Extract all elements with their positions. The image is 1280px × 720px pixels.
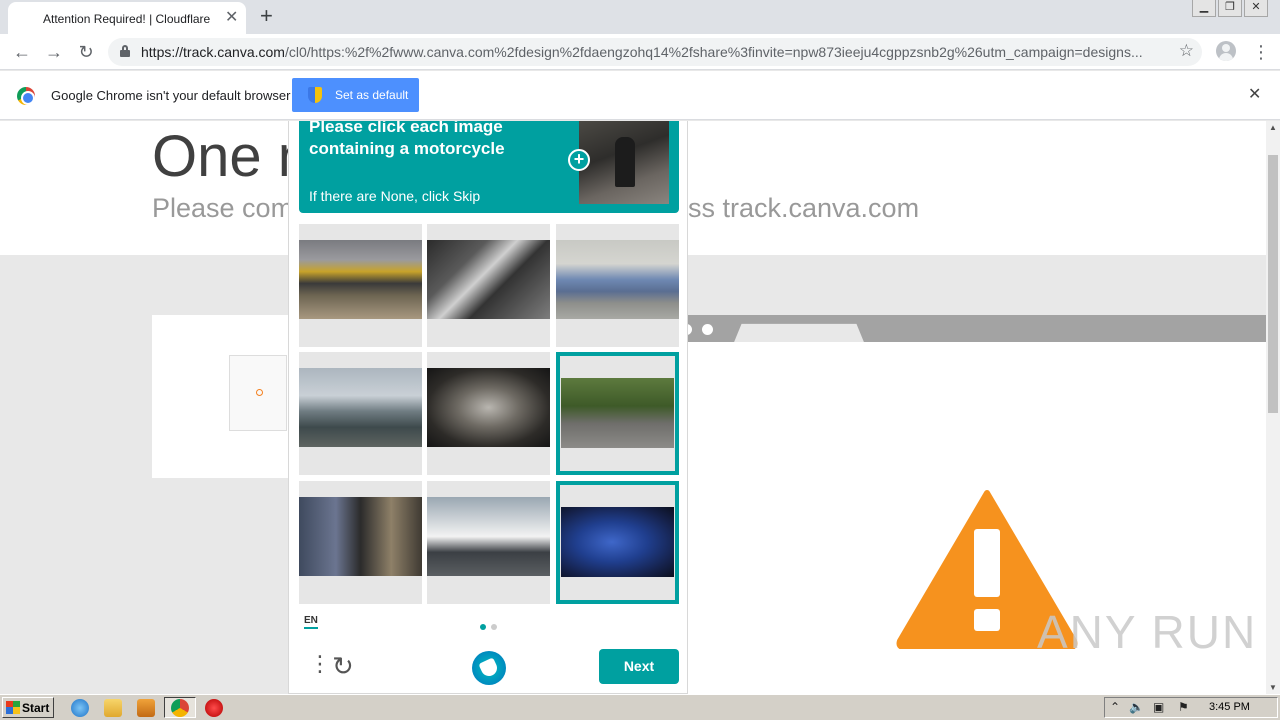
internet-explorer-icon[interactable] (71, 699, 89, 717)
window-controls: ▁ ❐ ✕ (1190, 0, 1268, 18)
tile-image-airplane (299, 368, 422, 447)
scroll-down-icon[interactable]: ▼ (1269, 683, 1277, 692)
system-tray: ⌃ 🔈 ▣ ⚑ 3:45 PM (1104, 697, 1278, 718)
captcha-tile[interactable] (427, 481, 550, 604)
example-image[interactable] (579, 121, 669, 204)
captcha-prompt-text: Please click each image containing a mot… (309, 121, 505, 158)
set-as-default-label: Set as default (335, 88, 409, 102)
reload-icon[interactable]: ↻ (75, 41, 97, 63)
infobar-close-icon[interactable]: ✕ (1248, 86, 1261, 104)
expand-example-icon[interactable]: + (568, 149, 590, 171)
start-label: Start (22, 701, 50, 715)
browser-toolbar: ← → ↻ https://track.canva.com/cl0/https:… (0, 34, 1280, 70)
restore-icon[interactable]: ❐ (1218, 0, 1242, 17)
captcha-tile-selected[interactable] (556, 352, 679, 475)
challenge-box (152, 315, 292, 478)
captcha-tile[interactable] (427, 352, 550, 475)
tile-image-cyclists (427, 240, 550, 319)
volume-icon[interactable]: 🔈 (1129, 700, 1144, 714)
lock-icon[interactable] (120, 45, 130, 57)
new-tab-icon[interactable]: + (260, 4, 273, 28)
illustration-tab (734, 323, 864, 343)
back-icon[interactable]: ← (11, 41, 33, 63)
tile-image-car (556, 240, 679, 319)
refresh-challenge-icon[interactable]: ↻ (332, 653, 354, 679)
page-subheading-left: Please com (152, 193, 294, 223)
chrome-taskbar-icon (171, 699, 189, 717)
tile-image-bus (427, 497, 550, 576)
page-dot (491, 624, 497, 630)
captcha-tile[interactable] (299, 224, 422, 347)
browser-tab[interactable]: Attention Required! | Cloudflare ✕ (8, 2, 246, 34)
captcha-image-grid (299, 224, 679, 604)
tile-image-emblem (427, 368, 550, 447)
captcha-tile[interactable] (299, 481, 422, 604)
infobar-message: Google Chrome isn't your default browser (51, 88, 291, 103)
default-browser-infobar: Google Chrome isn't your default browser… (0, 71, 1280, 120)
tile-image-motorcycle (561, 507, 674, 577)
scroll-thumb[interactable] (1268, 155, 1278, 413)
action-center-flag-icon[interactable]: ⚑ (1178, 700, 1189, 714)
captcha-tile[interactable] (427, 224, 550, 347)
bookmark-star-icon[interactable]: ☆ (1179, 41, 1194, 61)
media-player-icon[interactable] (137, 699, 155, 717)
anyrun-watermark: ANY RUN (1037, 606, 1258, 658)
forward-icon[interactable]: → (43, 41, 65, 63)
chrome-taskbar-button[interactable] (164, 697, 196, 718)
close-window-icon[interactable]: ✕ (1244, 0, 1268, 17)
language-selector[interactable]: EN (304, 615, 318, 629)
network-icon[interactable]: ▣ (1153, 700, 1164, 714)
captcha-menu-icon[interactable]: ⋮ (309, 653, 331, 675)
hcaptcha-challenge: Please click each image containing a mot… (288, 121, 688, 694)
page-dot-active (480, 624, 486, 630)
captcha-prompt: Please click each image containing a mot… (299, 121, 679, 213)
captcha-tile-selected[interactable] (556, 481, 679, 604)
set-as-default-button[interactable]: Set as default (292, 78, 419, 112)
browser-illustration-bar (672, 315, 1266, 343)
url-path: /cl0/https:%2f%2fwww.canva.com%2fdesign%… (284, 44, 1143, 60)
file-explorer-icon[interactable] (104, 699, 122, 717)
page-scrollbar[interactable]: ▲ ▼ (1266, 121, 1280, 694)
address-bar[interactable]: https://track.canva.com/cl0/https:%2f%2f… (108, 38, 1202, 66)
hcaptcha-logo-icon[interactable] (472, 651, 506, 685)
loading-dot-icon (256, 389, 263, 396)
tab-title: Attention Required! | Cloudflare (43, 12, 211, 26)
url-text: https://track.canva.com/cl0/https:%2f%2f… (141, 44, 1163, 60)
taskbar-clock[interactable]: 3:45 PM (1209, 701, 1250, 713)
windows-logo-icon (6, 701, 20, 714)
challenge-widget[interactable] (229, 355, 287, 431)
uac-shield-icon (308, 87, 322, 103)
illustration-dot (702, 324, 713, 335)
windows-taskbar: Start ⌃ 🔈 ▣ ⚑ 3:45 PM (0, 694, 1280, 720)
captcha-tile[interactable] (299, 352, 422, 475)
opera-icon[interactable] (205, 699, 223, 717)
tray-expand-icon[interactable]: ⌃ (1110, 700, 1120, 714)
scroll-up-icon[interactable]: ▲ (1269, 123, 1277, 132)
tab-strip: Attention Required! | Cloudflare ✕ + ▁ ❐… (0, 0, 1280, 34)
tile-image-motorcycle-road (561, 378, 674, 448)
tile-image-train (299, 240, 422, 319)
tab-close-icon[interactable]: ✕ (225, 9, 238, 27)
captcha-tile[interactable] (556, 224, 679, 347)
page-subheading-right: ss track.canva.com (688, 193, 920, 223)
captcha-prompt-hint: If there are None, click Skip (309, 188, 481, 204)
profile-avatar-icon[interactable] (1216, 41, 1236, 61)
url-host: https://track.canva.com (141, 44, 285, 60)
minimize-icon[interactable]: ▁ (1192, 0, 1216, 17)
chrome-logo-icon (17, 87, 35, 105)
tile-image-people (299, 497, 422, 576)
start-button[interactable]: Start (2, 697, 54, 718)
next-button[interactable]: Next (599, 649, 679, 684)
chrome-menu-icon[interactable]: ⋮ (1252, 42, 1270, 62)
